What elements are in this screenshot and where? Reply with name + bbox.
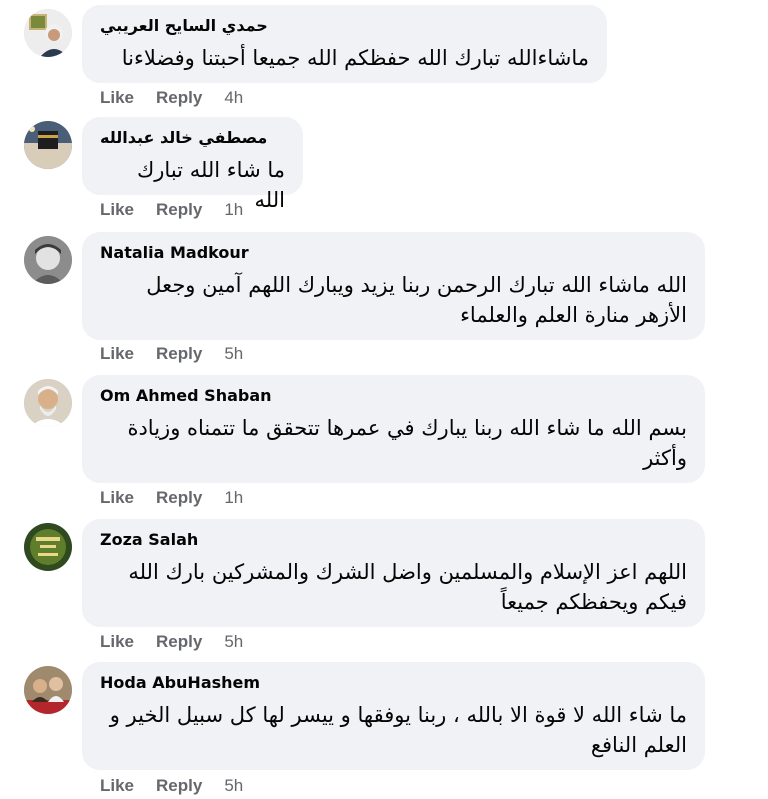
comment-author[interactable]: مصطفي خالد عبدالله [100,127,285,149]
like-button[interactable]: Like [100,488,134,508]
avatar[interactable] [24,523,72,571]
comment-bubble: مصطفي خالد عبدالله ما شاء الله تبارك الل… [82,117,303,212]
comment-timestamp[interactable]: 5h [224,344,243,364]
avatar[interactable] [24,379,72,427]
comment-actions: Like Reply 4h [100,88,243,108]
comment-author[interactable]: Natalia Madkour [100,242,687,264]
comment-actions: Like Reply 5h [100,776,243,796]
comment-text: بسم الله ما شاء الله ربنا يبارك في عمرها… [127,416,687,470]
comment-actions: Like Reply 1h [100,488,243,508]
comment-author[interactable]: Om Ahmed Shaban [100,385,687,407]
reply-button[interactable]: Reply [156,776,202,796]
comment-author[interactable]: حمدي السايح العريبي [100,15,589,37]
comment-actions: Like Reply 5h [100,344,243,364]
reply-button[interactable]: Reply [156,88,202,108]
avatar[interactable] [24,9,72,57]
comment-timestamp[interactable]: 5h [224,776,243,796]
avatar[interactable] [24,236,72,284]
like-button[interactable]: Like [100,776,134,796]
comment-author[interactable]: Zoza Salah [100,529,687,551]
reply-button[interactable]: Reply [156,344,202,364]
comment-bubble: Zoza Salah اللهم اعز الإسلام والمسلمين و… [82,519,705,627]
avatar[interactable] [24,666,72,714]
comment-timestamp[interactable]: 5h [224,632,243,652]
like-button[interactable]: Like [100,200,134,220]
comment-text: ماشاءالله تبارك الله حفظكم الله جميعا أح… [121,46,589,70]
avatar[interactable] [24,121,72,169]
comment-timestamp[interactable]: 1h [224,488,243,508]
comment-actions: Like Reply 1h [100,200,243,220]
comment-bubble: Hoda AbuHashem ما شاء الله لا قوة الا با… [82,662,705,770]
comment-bubble: حمدي السايح العريبي ماشاءالله تبارك الله… [82,5,607,83]
comment-bubble: Om Ahmed Shaban بسم الله ما شاء الله ربن… [82,375,705,483]
like-button[interactable]: Like [100,88,134,108]
reply-button[interactable]: Reply [156,632,202,652]
like-button[interactable]: Like [100,344,134,364]
comment-bubble: Natalia Madkour الله ماشاء الله تبارك ال… [82,232,705,340]
comment-timestamp[interactable]: 4h [224,88,243,108]
reply-button[interactable]: Reply [156,200,202,220]
reply-button[interactable]: Reply [156,488,202,508]
like-button[interactable]: Like [100,632,134,652]
comment-text: اللهم اعز الإسلام والمسلمين واضل الشرك و… [128,560,687,614]
comment-timestamp[interactable]: 1h [224,200,243,220]
comment-text: ما شاء الله لا قوة الا بالله ، ربنا يوفق… [109,703,687,757]
comment-author[interactable]: Hoda AbuHashem [100,672,687,694]
comment-text: الله ماشاء الله تبارك الرحمن ربنا يزيد و… [146,273,687,327]
comment-actions: Like Reply 5h [100,632,243,652]
